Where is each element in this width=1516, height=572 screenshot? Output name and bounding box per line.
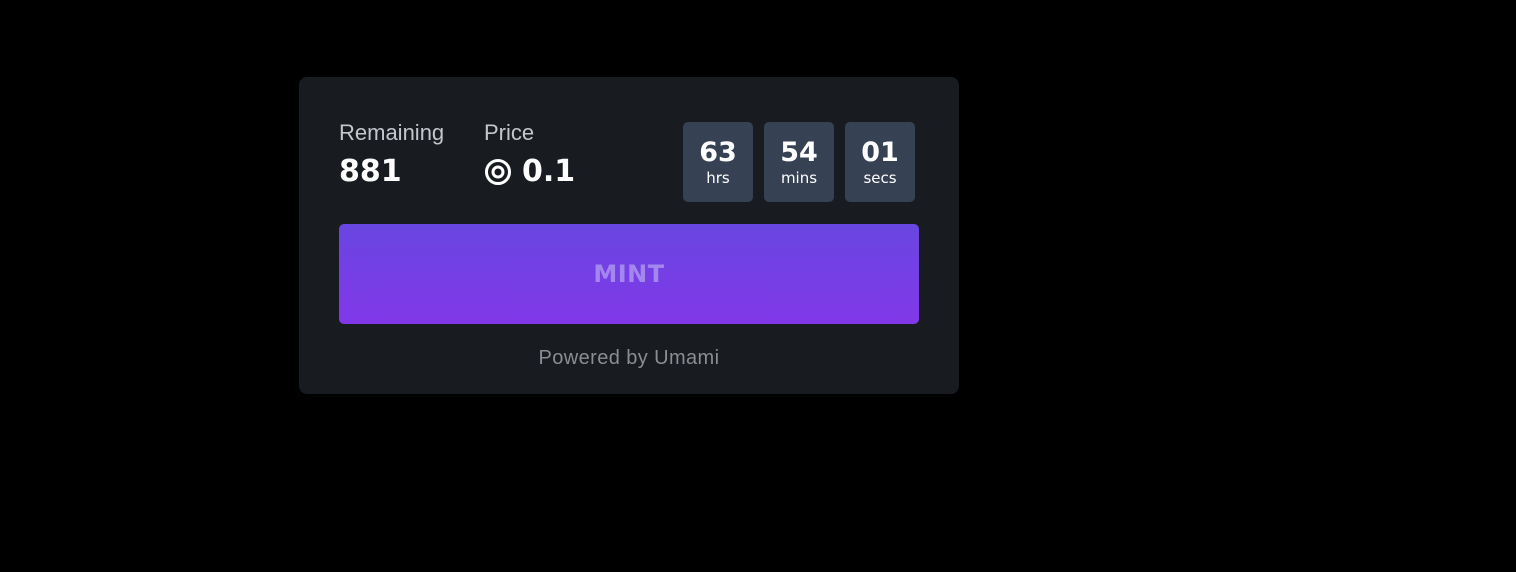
powered-by-text: Powered by Umami [538,347,720,369]
countdown-minutes-unit: mins [780,168,818,187]
price-stat: Price 0.1 [484,120,575,188]
remaining-value: 881 [339,154,402,189]
countdown-minutes-value: 54 [780,136,818,168]
mint-button[interactable]: MINT [339,224,919,324]
price-value: 0.1 [522,154,576,189]
price-value-row: 0.1 [484,156,575,188]
countdown-seconds: 01 secs [845,122,915,202]
mint-card: Remaining 881 Price 0.1 63 hrs 54 mins 0… [299,77,959,394]
countdown-minutes: 54 mins [764,122,834,202]
countdown-seconds-value: 01 [861,136,899,168]
countdown-seconds-unit: secs [863,168,897,187]
countdown-hours-unit: hrs [706,168,730,187]
countdown-timer: 63 hrs 54 mins 01 secs [683,122,915,202]
remaining-stat: Remaining 881 [339,120,444,188]
countdown-hours: 63 hrs [683,122,753,202]
countdown-hours-value: 63 [699,136,737,168]
solana-ring-icon [484,158,512,186]
price-label: Price [484,120,535,145]
remaining-label: Remaining [339,120,445,145]
